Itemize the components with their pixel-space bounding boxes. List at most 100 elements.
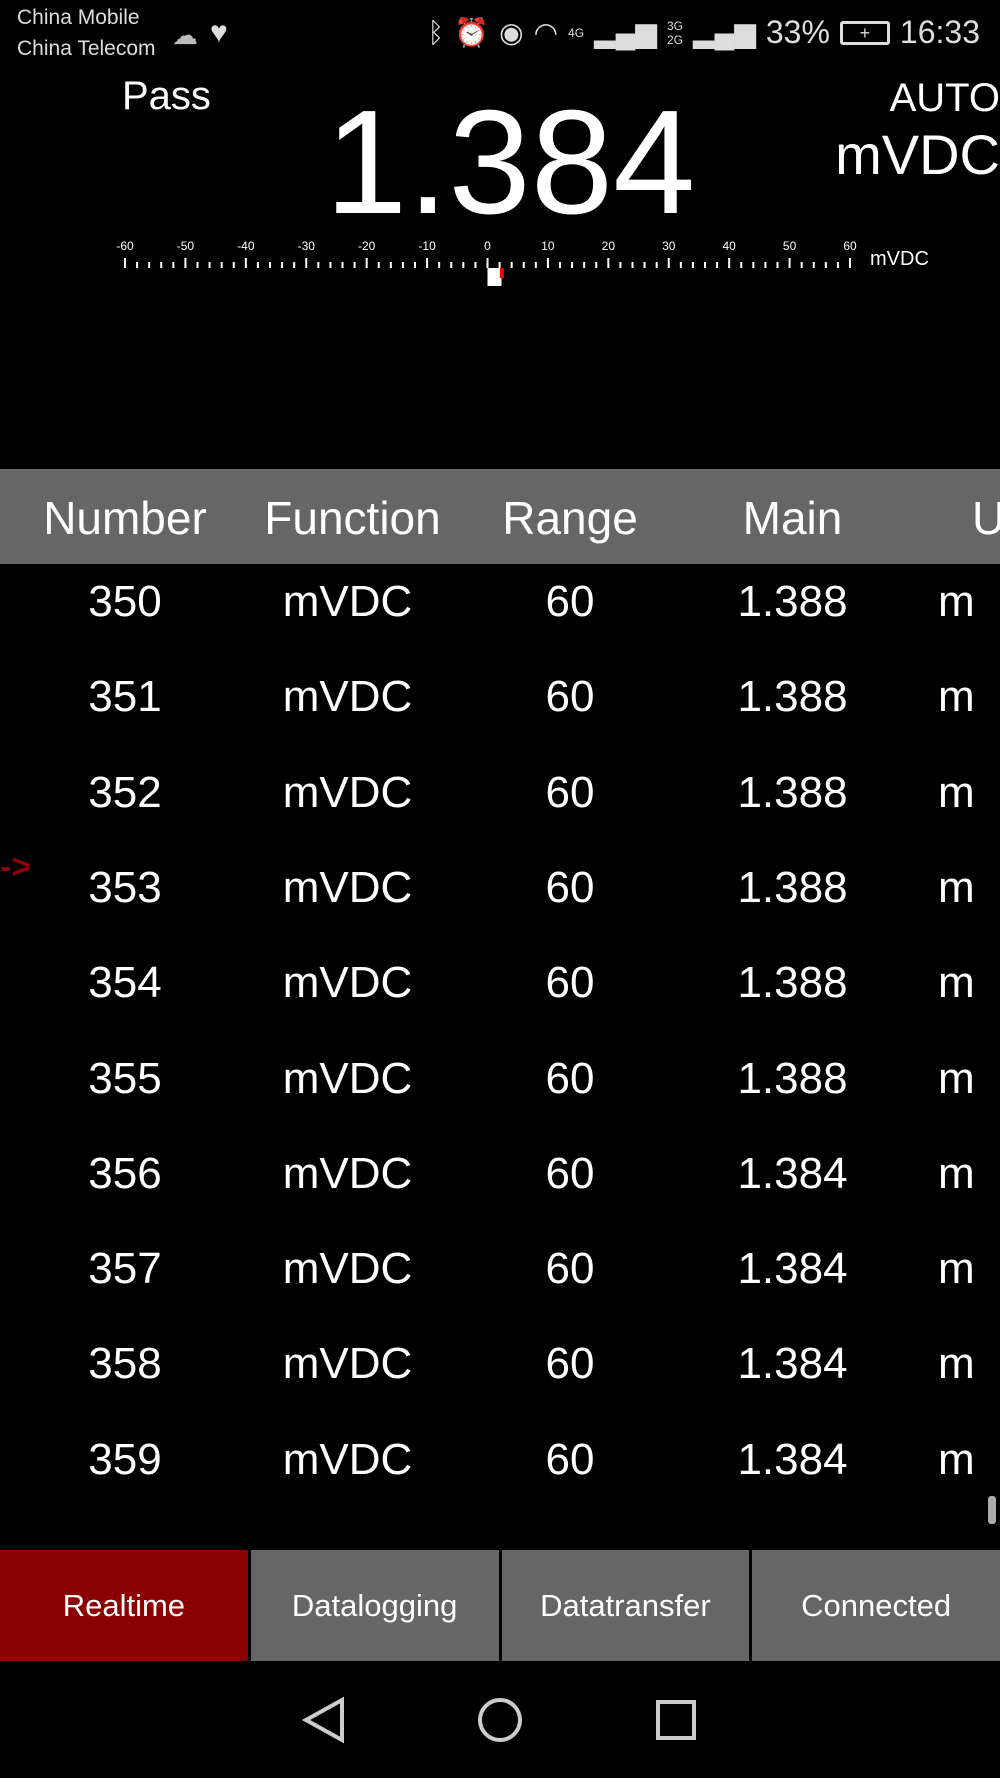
tab-datalogging[interactable]: Datalogging: [250, 1550, 499, 1661]
network-3g2g: 3G 2G: [666, 18, 683, 47]
table-row[interactable]: 351 mVDC 60 1.388 m: [0, 672, 1000, 767]
row-function: mVDC: [282, 1339, 413, 1389]
bottom-tabs: Realtime Datalogging Datatransfer Connec…: [0, 1550, 1000, 1661]
row-unit: m: [938, 1339, 975, 1389]
table-row[interactable]: 355 mVDC 60 1.388 m: [0, 1054, 1000, 1149]
scale-label: -30: [298, 239, 316, 253]
row-range: 60: [545, 958, 595, 1008]
scale-label: 10: [541, 239, 555, 253]
tab-connected[interactable]: Connected: [752, 1550, 1000, 1661]
recents-icon[interactable]: [654, 1698, 698, 1742]
row-unit: m: [938, 1053, 975, 1103]
row-unit: m: [938, 577, 975, 626]
row-range: 60: [545, 1148, 595, 1198]
scale-label: 20: [602, 239, 616, 253]
alarm-icon: ⏰: [454, 17, 490, 48]
row-number: 350: [88, 577, 162, 626]
bar-graph-scale: -60 -50 -40 -30 -20 -10 0 10 20 30 40 50 60 mVDC: [116, 239, 929, 286]
row-number: 352: [88, 767, 162, 817]
bar-graph-fill: [487, 268, 502, 286]
signal-icon: ▂▄▆: [692, 17, 756, 48]
header-range: Range: [502, 492, 638, 544]
row-number: 351: [88, 672, 162, 722]
row-number: 353: [88, 862, 162, 912]
row-number: 358: [88, 1339, 162, 1389]
row-range: 60: [545, 577, 595, 626]
row-unit: m: [938, 958, 975, 1008]
weather-icon: ☁: [172, 20, 198, 50]
carrier-1: China Mobile: [17, 6, 140, 29]
row-function: mVDC: [282, 767, 413, 817]
row-number: 359: [88, 1434, 162, 1484]
status-icons: ᛒ ⏰ ◉ ◠ 4G ▂▄▆ 3G 2G ▂▄▆ 33% + 16:33: [427, 14, 980, 51]
table-row[interactable]: 354 mVDC 60 1.388 m: [0, 958, 1000, 1053]
table-row[interactable]: 357 mVDC 60 1.384 m: [0, 1244, 1000, 1339]
battery-icon: +: [839, 20, 890, 45]
bluetooth-icon: ᛒ: [427, 16, 445, 48]
back-icon[interactable]: [302, 1696, 346, 1744]
row-main: 1.388: [737, 577, 848, 626]
scrollbar[interactable]: [988, 1496, 996, 1524]
row-range: 60: [545, 1053, 595, 1103]
network-4g: 4G: [568, 25, 585, 40]
header-function: Function: [264, 492, 441, 544]
header-number: Number: [43, 492, 207, 544]
main-reading: 1.384: [325, 80, 696, 245]
row-function: mVDC: [282, 1434, 413, 1484]
scale-label: 30: [662, 239, 676, 253]
row-range: 60: [545, 862, 595, 912]
row-range: 60: [545, 1244, 595, 1294]
wifi-icon: ◠: [533, 17, 559, 48]
battery-percent: 33%: [765, 14, 830, 50]
row-number: 356: [88, 1148, 162, 1198]
row-range: 60: [545, 1339, 595, 1389]
row-main: 1.388: [737, 862, 848, 912]
row-main: 1.388: [737, 1053, 848, 1103]
row-range: 60: [545, 672, 595, 722]
row-unit: m: [938, 1434, 975, 1484]
row-main: 1.384: [737, 1434, 848, 1484]
home-icon[interactable]: [476, 1696, 524, 1744]
row-main: 1.384: [737, 1339, 848, 1389]
tab-datatransfer[interactable]: Datatransfer: [501, 1550, 750, 1661]
table-row[interactable]: 352 mVDC 60 1.388 m: [0, 768, 1000, 863]
scale-label: -50: [177, 239, 195, 253]
table-row[interactable]: 350 mVDC 60 1.388 m: [0, 577, 1000, 672]
pass-status: Pass: [122, 74, 211, 118]
table-row[interactable]: 358 mVDC 60 1.384 m: [0, 1339, 1000, 1434]
system-nav-bar: [0, 1661, 1000, 1778]
row-function: mVDC: [282, 577, 413, 626]
scale-label: 40: [722, 239, 736, 253]
clock: 16:33: [899, 14, 980, 50]
row-main: 1.384: [737, 1148, 848, 1198]
tab-realtime[interactable]: Realtime: [0, 1550, 248, 1661]
table-row[interactable]: 356 mVDC 60 1.384 m: [0, 1149, 1000, 1244]
signal-icon: ▂▄▆: [594, 17, 657, 48]
row-unit: m: [938, 862, 975, 912]
scale-label: -40: [237, 239, 255, 253]
row-function: mVDC: [282, 958, 413, 1008]
header-unit: U: [972, 492, 1000, 544]
row-unit: m: [938, 767, 975, 817]
table-row[interactable]: 359 mVDC 60 1.384 m: [0, 1435, 1000, 1530]
row-number: 355: [88, 1053, 162, 1103]
row-unit: m: [938, 1244, 975, 1294]
scale-label: -20: [358, 239, 376, 253]
row-unit: m: [938, 672, 975, 722]
scale-label: -10: [418, 239, 436, 253]
health-icon: ♥: [210, 16, 228, 49]
row-function: mVDC: [282, 862, 413, 912]
row-main: 1.384: [737, 1244, 848, 1294]
scale-unit: mVDC: [870, 248, 929, 270]
row-range: 60: [545, 1434, 595, 1484]
scale-label: -60: [116, 239, 134, 253]
header-main: Main: [742, 492, 843, 544]
eye-comfort-icon: ◉: [499, 17, 524, 48]
value-pointer: [499, 268, 504, 278]
row-main: 1.388: [737, 958, 848, 1008]
cursor-arrow: ->: [0, 848, 32, 886]
table-header: Number Function Range Main U: [0, 469, 1000, 564]
row-unit: m: [938, 1148, 975, 1198]
table-row[interactable]: 353 mVDC 60 1.388 m: [0, 863, 1000, 958]
row-function: mVDC: [282, 1244, 413, 1294]
